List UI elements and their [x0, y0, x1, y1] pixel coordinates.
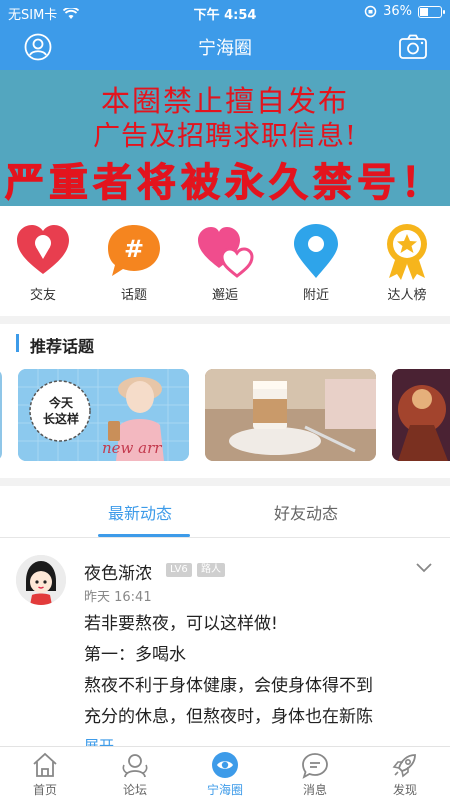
battery-icon	[418, 5, 445, 18]
recommended-topics-header: 推荐话题	[0, 324, 450, 364]
banner-line-2: 广告及招聘求职信息!	[93, 121, 357, 152]
section-divider	[0, 316, 450, 324]
topic-card-coffee[interactable]	[205, 369, 376, 461]
bottom-nav-label: 宁海圈	[206, 783, 243, 797]
section-divider	[0, 478, 450, 486]
topic-card-caption: new arr	[102, 439, 162, 457]
bottom-nav-label: 消息	[302, 783, 327, 797]
post-line: 充分的休息，但熬夜时，身体也在新陈	[84, 707, 373, 727]
medal-star-icon	[387, 224, 427, 280]
hashtag-bubble-icon: #	[108, 225, 160, 276]
nav-item-nearby[interactable]: 附近	[280, 222, 352, 312]
topic-card-partial-left[interactable]	[0, 369, 2, 461]
heart-pin-icon	[17, 225, 69, 274]
topic-card-today-look[interactable]: 今天 长这样 new arr	[18, 369, 189, 461]
section-title: 推荐话题	[30, 337, 95, 356]
bottom-nav-messages[interactable]: 消息	[280, 751, 350, 799]
location-pin-icon	[294, 224, 338, 278]
tab-latest[interactable]: 最新动态	[108, 500, 172, 524]
bottom-nav-label: 发现	[392, 783, 417, 797]
topic-card-game[interactable]	[392, 369, 450, 461]
home-icon	[33, 752, 57, 777]
page-title: 宁海圈	[198, 38, 252, 59]
post-content: 若非要熬夜，可以这样做! 第一：多喝水 熬夜不利于身体健康，会使身体得不到 充分…	[84, 609, 434, 733]
post-line: 熬夜不利于身体健康，会使身体得不到	[84, 676, 373, 696]
bottom-nav-label: 首页	[32, 783, 57, 797]
post-author[interactable]: 夜色渐浓	[84, 559, 152, 584]
rotation-lock-icon	[364, 5, 377, 18]
battery-percent: 36%	[383, 4, 412, 19]
nav-label: 附近	[302, 288, 329, 303]
camera-icon[interactable]	[398, 33, 428, 61]
banner-line-3: 严重者将被永久禁号！	[4, 160, 445, 207]
section-accent-bar	[16, 334, 19, 352]
post-line: 若非要熬夜，可以这样做!	[84, 614, 278, 634]
bottom-nav-label: 论坛	[122, 783, 147, 797]
status-bar: 无SIM卡 下午 4:54 36%	[0, 0, 450, 24]
double-heart-icon	[198, 227, 254, 278]
bottom-nav-circle[interactable]: 宁海圈	[190, 751, 260, 799]
role-badge: 路人	[197, 563, 225, 577]
bottom-nav-discover[interactable]: 发现	[370, 751, 440, 799]
active-tab-indicator	[98, 534, 190, 537]
feed-tabs: 最新动态 好友动态	[0, 486, 450, 538]
message-icon	[302, 753, 328, 779]
nav-item-make-friends[interactable]: 交友	[7, 222, 79, 312]
topic-card-image	[205, 369, 376, 461]
app-header: 宁海圈	[0, 24, 450, 70]
nav-item-ranking[interactable]: 达人榜	[371, 222, 443, 312]
nav-item-topics[interactable]: # 话题	[98, 222, 170, 312]
nav-label: 交友	[29, 288, 56, 303]
post-time: 昨天 16:41	[84, 590, 152, 605]
topic-card-image	[392, 369, 450, 461]
feed-post[interactable]: 夜色渐浓 LV6 路人 昨天 16:41 若非要熬夜，可以这样做! 第一：多喝水…	[0, 539, 450, 755]
bottom-nav-forum[interactable]: 论坛	[100, 751, 170, 799]
nav-label: 话题	[120, 288, 147, 303]
forum-icon	[122, 754, 148, 778]
topic-badge-text: 今天 长这样	[42, 396, 79, 426]
tab-friends[interactable]: 好友动态	[274, 500, 338, 524]
status-right: 36%	[364, 4, 445, 19]
nav-label: 达人榜	[387, 288, 427, 303]
rocket-icon	[392, 754, 416, 778]
post-line: 第一：多喝水	[84, 645, 186, 665]
bottom-nav-home[interactable]: 首页	[10, 751, 80, 799]
nav-item-encounter[interactable]: 邂逅	[189, 222, 261, 312]
quick-nav: 交友 # 话题 邂逅 附近 达人榜	[0, 206, 450, 316]
topic-carousel[interactable]: 今天 长这样 new arr	[0, 369, 450, 461]
avatar[interactable]	[16, 555, 66, 605]
level-badge: LV6	[166, 563, 192, 577]
svg-text:#: #	[124, 235, 144, 263]
bottom-nav: 首页 论坛 宁海圈 消息 发现	[0, 746, 450, 800]
circle-eye-icon	[212, 752, 238, 778]
chevron-down-icon[interactable]	[416, 563, 432, 573]
nav-label: 邂逅	[211, 288, 238, 303]
notice-banner[interactable]: 本圈禁止擅自发布 广告及招聘求职信息! 严重者将被永久禁号！	[0, 70, 450, 206]
avatar-cartoon-girl-icon	[16, 555, 66, 605]
battery-fill	[420, 7, 428, 16]
